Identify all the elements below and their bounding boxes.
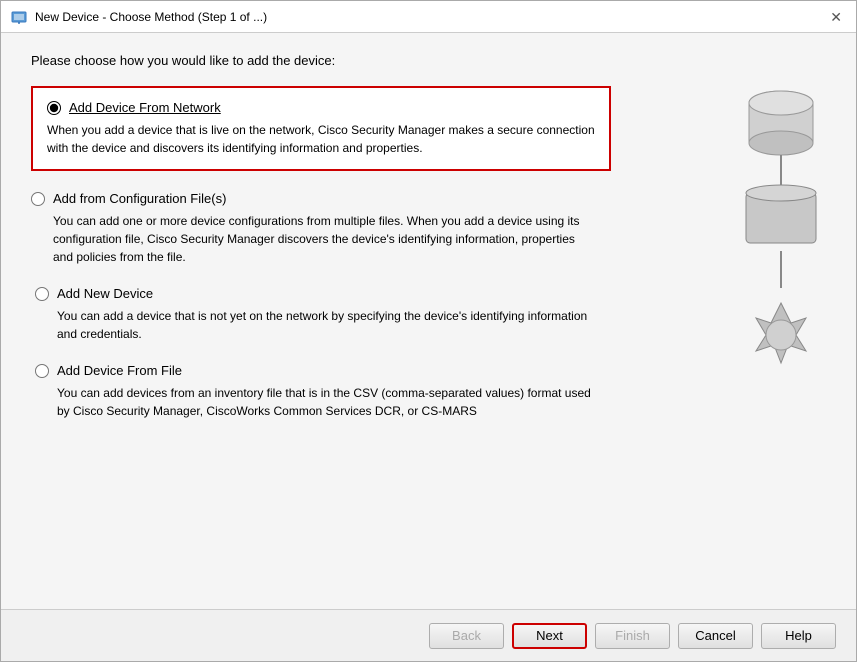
option-file-box: Add Device From File You can add devices… [31,363,611,420]
back-button[interactable]: Back [429,623,504,649]
option-file-desc-text: You can add devices from an inventory fi… [57,386,591,418]
option-file-radio[interactable] [35,364,49,378]
window-title: New Device - Choose Method (Step 1 of ..… [35,10,267,24]
device-icon [11,9,27,25]
option-config-desc: You can add one or more device configura… [31,212,591,266]
close-button[interactable]: ✕ [826,10,846,24]
option-new-row: Add New Device [35,286,611,301]
option-new-label[interactable]: Add New Device [57,286,153,301]
option-new-desc: You can add a device that is not yet on … [35,307,595,343]
wizard-footer: Back Next Finish Cancel Help [1,609,856,661]
option-network-label[interactable]: Add Device From Network [69,100,221,115]
option-network-row: Add Device From Network [47,100,595,115]
titlebar: New Device - Choose Method (Step 1 of ..… [1,1,856,33]
network-diagram [726,73,836,416]
option-config-radio[interactable] [31,192,45,206]
diagram-svg [726,73,836,413]
option-file-desc: You can add devices from an inventory fi… [35,384,595,420]
option-file-row: Add Device From File [35,363,611,378]
option-network-radio[interactable] [47,101,61,115]
option-network-desc: When you add a device that is live on th… [47,121,595,157]
option-network-box: Add Device From Network When you add a d… [31,86,611,171]
option-config-row: Add from Configuration File(s) [31,191,611,206]
option-new-box: Add New Device You can add a device that… [31,286,611,343]
option-file-label[interactable]: Add Device From File [57,363,182,378]
option-new-radio[interactable] [35,287,49,301]
titlebar-left: New Device - Choose Method (Step 1 of ..… [11,9,267,25]
instruction-text: Please choose how you would like to add … [31,53,826,68]
next-button[interactable]: Next [512,623,587,649]
help-button[interactable]: Help [761,623,836,649]
finish-button[interactable]: Finish [595,623,670,649]
option-config-label[interactable]: Add from Configuration File(s) [53,191,226,206]
option-config-box: Add from Configuration File(s) You can a… [31,191,611,266]
cancel-button[interactable]: Cancel [678,623,753,649]
wizard-content: Please choose how you would like to add … [1,33,856,609]
wizard-window: New Device - Choose Method (Step 1 of ..… [0,0,857,662]
